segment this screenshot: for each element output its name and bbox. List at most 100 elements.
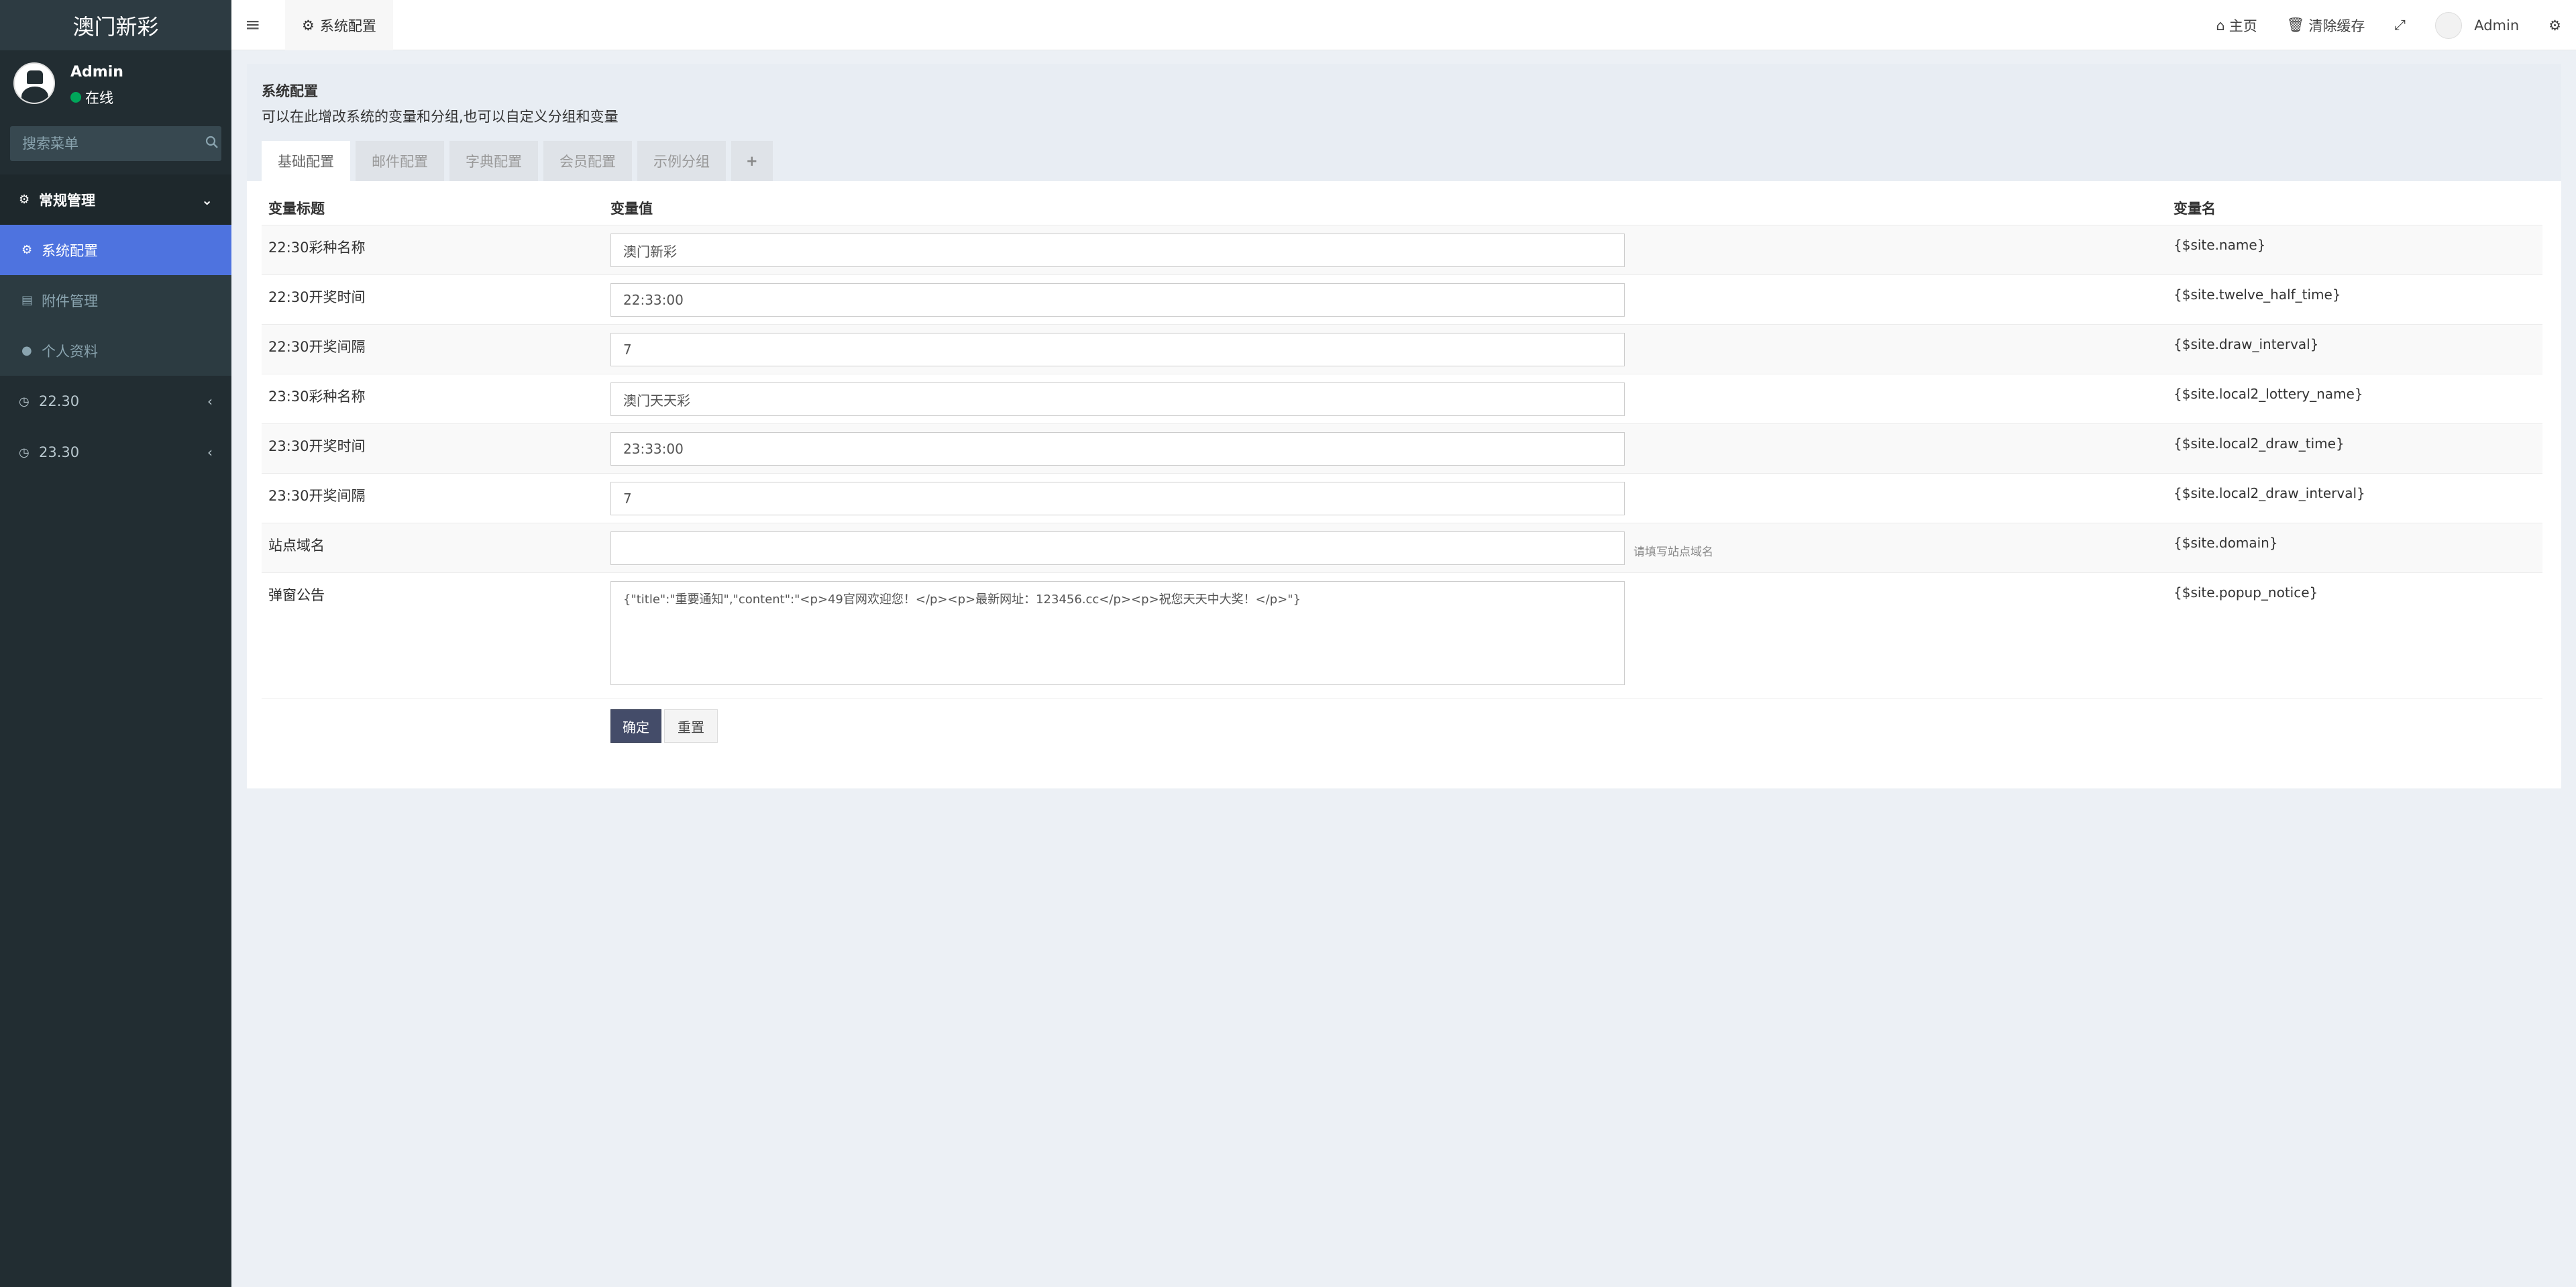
form-actions: 确定 重置 xyxy=(262,699,2542,759)
row-title: 23:30开奖间隔 xyxy=(268,488,366,504)
row-variable-name: {$site.twelve_half_time} xyxy=(2174,287,2341,303)
row-help-text: 请填写站点域名 xyxy=(1633,546,1713,559)
tab-dictionary[interactable]: 字典配置 xyxy=(449,141,538,181)
user-icon: ● xyxy=(21,344,32,358)
trash-icon: 🗑 xyxy=(2286,17,2305,33)
tab-member[interactable]: 会员配置 xyxy=(543,141,632,181)
row-value-input[interactable] xyxy=(610,234,1625,267)
row-value-input[interactable] xyxy=(610,482,1625,515)
topbar-actions: ⌂ 主页 🗑 清除缓存 ⤢ Admin ⚙ xyxy=(2201,0,2576,50)
topbar: ≡ ⚙ 系统配置 ⌂ 主页 🗑 清除缓存 ⤢ Admin ⚙ xyxy=(231,0,2576,50)
table-row: 23:30开奖间隔 {$site.local2_draw_interval} xyxy=(262,473,2542,523)
user-status: 在线 xyxy=(70,87,113,107)
home-link[interactable]: ⌂ 主页 xyxy=(2201,15,2271,36)
page-title: 系统配置 xyxy=(262,83,318,99)
sidebar-item-label: 个人资料 xyxy=(42,343,98,360)
tab-label: 系统配置 xyxy=(319,17,376,34)
row-value-input[interactable] xyxy=(610,382,1625,416)
sidebar-group-2330[interactable]: ◷ 23.30 ‹ xyxy=(0,427,231,478)
clock-icon: ◷ xyxy=(19,445,30,460)
table-row: 22:30开奖间隔 {$site.draw_interval} xyxy=(262,324,2542,374)
user-menu-label: Admin xyxy=(2474,17,2520,34)
column-header-value: 变量值 xyxy=(610,201,653,217)
panel-heading: 系统配置 可以在此增改系统的变量和分组,也可以自定义分组和变量 基础配置 邮件配… xyxy=(247,64,2561,181)
sidebar-item-label: 系统配置 xyxy=(42,242,98,259)
popup-notice-textarea[interactable]: {"title":"重要通知","content":"<p>49官网欢迎您！</… xyxy=(610,581,1625,685)
row-value-input[interactable] xyxy=(610,531,1625,565)
row-title: 22:30彩种名称 xyxy=(268,240,366,256)
row-value-input[interactable] xyxy=(610,333,1625,366)
panel-body: 变量标题 变量值 变量名 22:30彩种名称 {$site.name} 22:3… xyxy=(247,181,2561,788)
table-row: 站点域名 请填写站点域名 {$site.domain} xyxy=(262,523,2542,572)
reset-button[interactable]: 重置 xyxy=(664,709,718,743)
search-icon[interactable] xyxy=(202,136,221,152)
user-panel: Admin 在线 xyxy=(0,50,231,117)
add-tab-button[interactable]: + xyxy=(731,141,773,181)
column-header-title: 变量标题 xyxy=(268,201,325,217)
home-label: 主页 xyxy=(2229,17,2257,34)
row-title: 23:30彩种名称 xyxy=(268,389,366,405)
sidebar-group-label: 22.30 xyxy=(39,393,80,409)
config-tabs: 基础配置 邮件配置 字典配置 会员配置 示例分组 + xyxy=(262,141,773,181)
row-title: 23:30开奖时间 xyxy=(268,438,366,454)
row-value-input[interactable] xyxy=(610,283,1625,317)
app-logo[interactable]: 澳门新彩 xyxy=(0,0,231,50)
chevron-down-icon: ⌄ xyxy=(201,191,213,208)
sidebar-group-2230[interactable]: ◷ 22.30 ‹ xyxy=(0,376,231,427)
menu-search xyxy=(10,126,221,161)
sidebar-item-profile[interactable]: ● 个人资料 xyxy=(0,325,231,376)
clear-cache-button[interactable]: 🗑 清除缓存 xyxy=(2272,15,2380,36)
row-value-input[interactable] xyxy=(610,432,1625,466)
table-row: 22:30开奖时间 {$site.twelve_half_time} xyxy=(262,274,2542,324)
clear-cache-label: 清除缓存 xyxy=(2308,17,2365,34)
cogs-icon: ⚙ xyxy=(2548,17,2561,34)
table-row: 22:30彩种名称 {$site.name} xyxy=(262,225,2542,274)
tab-basic[interactable]: 基础配置 xyxy=(262,141,350,181)
clock-icon: ◷ xyxy=(19,394,30,409)
row-variable-name: {$site.popup_notice} xyxy=(2174,584,2318,601)
sidebar-item-label: 附件管理 xyxy=(42,293,98,309)
page-description: 可以在此增改系统的变量和分组,也可以自定义分组和变量 xyxy=(262,109,619,125)
row-variable-name: {$site.local2_lottery_name} xyxy=(2174,386,2363,402)
table-row: 23:30开奖时间 {$site.local2_draw_time} xyxy=(262,423,2542,473)
row-title: 站点域名 xyxy=(268,537,325,554)
fullscreen-button[interactable]: ⤢ xyxy=(2379,17,2420,34)
user-status-label: 在线 xyxy=(85,90,113,106)
sidebar: 澳门新彩 Admin 在线 ⚙ 常规管理 ⌄ ⚙ 系统配置 ▤ 附件管理 xyxy=(0,0,231,1287)
row-title: 22:30开奖间隔 xyxy=(268,339,366,355)
sidebar-menu: ⚙ 常规管理 ⌄ ⚙ 系统配置 ▤ 附件管理 ● 个人资料 ◷ 22.30 ‹ … xyxy=(0,174,231,478)
file-image-icon: ▤ xyxy=(21,293,34,307)
row-variable-name: {$site.local2_draw_time} xyxy=(2174,435,2345,452)
chevron-left-icon: ‹ xyxy=(207,444,213,460)
row-variable-name: {$site.local2_draw_interval} xyxy=(2174,485,2365,501)
row-variable-name: {$site.draw_interval} xyxy=(2174,336,2319,352)
user-menu[interactable]: Admin xyxy=(2420,11,2534,39)
tab-example[interactable]: 示例分组 xyxy=(637,141,726,181)
table-row: 弹窗公告 {"title":"重要通知","content":"<p>49官网欢… xyxy=(262,572,2542,699)
submit-button[interactable]: 确定 xyxy=(610,709,661,743)
expand-icon: ⤢ xyxy=(2394,17,2406,33)
sidebar-item-attachments[interactable]: ▤ 附件管理 xyxy=(0,275,231,325)
gear-icon: ⚙ xyxy=(21,243,33,257)
menu-group-label: 常规管理 xyxy=(39,192,95,209)
row-variable-name: {$site.domain} xyxy=(2174,535,2278,551)
menu-group-general[interactable]: ⚙ 常规管理 ⌄ xyxy=(0,174,231,225)
sidebar-group-label: 23.30 xyxy=(39,444,80,460)
control-sidebar-button[interactable]: ⚙ xyxy=(2534,17,2576,34)
avatar xyxy=(2435,11,2463,39)
sidebar-item-system-config[interactable]: ⚙ 系统配置 xyxy=(0,225,231,275)
menu-search-input[interactable] xyxy=(10,126,202,161)
row-title: 22:30开奖时间 xyxy=(268,289,366,305)
table-row: 23:30彩种名称 {$site.local2_lottery_name} xyxy=(262,374,2542,423)
tab-system-config[interactable]: ⚙ 系统配置 xyxy=(285,0,393,50)
menu-submenu: ⚙ 系统配置 ▤ 附件管理 ● 个人资料 xyxy=(0,225,231,376)
row-variable-name: {$site.name} xyxy=(2174,237,2266,253)
hamburger-menu-icon[interactable]: ≡ xyxy=(245,13,260,36)
row-title: 弹窗公告 xyxy=(268,587,325,603)
home-icon: ⌂ xyxy=(2216,17,2225,34)
online-dot-icon xyxy=(70,92,81,103)
column-header-name: 变量名 xyxy=(2174,201,2216,217)
chevron-left-icon: ‹ xyxy=(207,393,213,409)
tab-email[interactable]: 邮件配置 xyxy=(356,141,444,181)
avatar xyxy=(13,62,55,104)
